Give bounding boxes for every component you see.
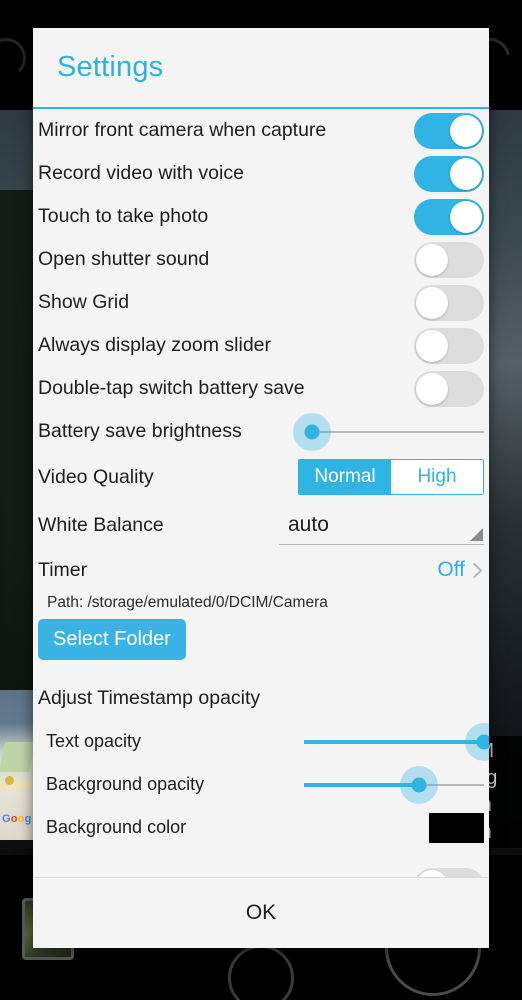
setting-label: Background opacity	[46, 774, 205, 794]
setting-row-battery-save-brightness[interactable]: Battery save brightness	[33, 410, 489, 453]
toggle-open-shutter-sound[interactable]	[414, 241, 484, 278]
slider-thumb[interactable]	[304, 424, 320, 439]
setting-row-touch-to-take-photo[interactable]: Touch to take photo	[33, 195, 489, 238]
chevron-down-icon	[470, 528, 483, 541]
setting-row-background-color[interactable]: Background color	[33, 806, 489, 849]
toggle-knob	[416, 869, 448, 877]
toggle-knob	[416, 243, 448, 276]
slider-thumb[interactable]	[411, 777, 427, 792]
google-logo-letter: o	[10, 813, 18, 825]
settings-dialog: Settings Mirror front camera when captur…	[33, 28, 489, 948]
google-logo-letter: o	[17, 813, 25, 825]
map-green-area	[0, 742, 34, 772]
slider-text-opacity[interactable]	[304, 722, 489, 762]
segmented-video-quality[interactable]: Normal High	[298, 459, 484, 495]
setting-label: Touch to take photo	[38, 205, 209, 227]
timer-value: Off	[437, 558, 465, 581]
toggle-knob	[450, 200, 482, 233]
setting-label: White Balance	[38, 513, 164, 536]
setting-row-mirror-front-camera[interactable]: Mirror front camera when capture	[33, 109, 489, 152]
setting-row-always-display-zoom-slider[interactable]: Always display zoom slider	[33, 324, 489, 367]
toggle-mirror-front-camera[interactable]	[414, 112, 484, 149]
google-logo: Goog	[2, 813, 32, 825]
spinner-white-balance[interactable]: auto	[279, 505, 484, 545]
segment-normal[interactable]: Normal	[299, 460, 391, 494]
timestamp-section-title: Adjust Timestamp opacity	[38, 687, 261, 709]
setting-row-easy-toggle-cameras[interactable]: Easy to toggle cameras	[33, 864, 489, 877]
setting-label: Battery save brightness	[38, 420, 242, 442]
setting-row-double-tap-battery-save[interactable]: Double-tap switch battery save	[33, 367, 489, 410]
setting-row-text-opacity[interactable]: Text opacity	[33, 720, 489, 763]
toggle-record-video-voice[interactable]	[414, 155, 484, 192]
select-folder-button[interactable]: Select Folder	[38, 619, 186, 660]
toggle-easy-toggle-cameras[interactable]	[414, 867, 484, 877]
setting-label: Timer	[38, 558, 88, 581]
toggle-knob	[416, 372, 448, 405]
setting-label: Mirror front camera when capture	[38, 119, 327, 141]
setting-row-white-balance[interactable]: White Balance auto	[33, 501, 489, 549]
setting-label: Record video with voice	[38, 162, 244, 184]
slider-fill	[304, 739, 484, 744]
setting-row-show-grid[interactable]: Show Grid	[33, 281, 489, 324]
setting-label: Text opacity	[46, 731, 142, 751]
dialog-title: Settings	[57, 51, 164, 83]
camera-ring-decoration-left	[0, 38, 26, 78]
setting-label: Open shutter sound	[38, 248, 210, 270]
setting-label: Always display zoom slider	[38, 334, 272, 356]
toggle-touch-to-take-photo[interactable]	[414, 198, 484, 235]
dialog-header: Settings	[33, 28, 489, 109]
setting-label: Easy to toggle cameras	[38, 874, 242, 877]
slider-background-opacity[interactable]	[304, 765, 484, 805]
ok-button[interactable]: OK	[206, 893, 316, 933]
setting-row-timer[interactable]: Timer Off	[33, 549, 489, 591]
slider-battery-save-brightness[interactable]	[293, 412, 484, 452]
setting-row-background-opacity[interactable]: Background opacity	[33, 763, 489, 806]
background-color-swatch[interactable]	[429, 812, 484, 843]
slider-thumb[interactable]	[476, 734, 489, 749]
timer-value-group[interactable]: Off	[437, 558, 484, 582]
segment-high[interactable]: High	[391, 460, 483, 494]
toggle-show-grid[interactable]	[414, 284, 484, 321]
toggle-always-display-zoom-slider[interactable]	[414, 327, 484, 364]
slider-track	[312, 430, 484, 433]
setting-label: Video Quality	[38, 465, 154, 488]
setting-row-video-quality[interactable]: Video Quality Normal High	[33, 453, 489, 501]
map-pin-icon	[5, 776, 14, 785]
setting-label: Double-tap switch battery save	[38, 377, 305, 399]
storage-path-text: Path: /storage/emulated/0/DCIM/Camera	[47, 594, 328, 611]
toggle-knob	[416, 329, 448, 362]
google-logo-letter: g	[24, 813, 32, 825]
dialog-footer: OK	[33, 878, 489, 948]
google-logo-letter: G	[2, 813, 11, 825]
toggle-knob	[416, 286, 448, 319]
spinner-value: auto	[288, 512, 329, 536]
settings-list[interactable]: Mirror front camera when capture Record …	[33, 109, 489, 878]
setting-row-record-video-voice[interactable]: Record video with voice	[33, 152, 489, 195]
chevron-right-icon	[466, 562, 483, 578]
shutter-button[interactable]	[228, 945, 294, 1000]
toggle-knob	[450, 157, 482, 190]
setting-label: Background color	[46, 817, 187, 837]
setting-row-open-shutter-sound[interactable]: Open shutter sound	[33, 238, 489, 281]
setting-label: Show Grid	[38, 291, 130, 313]
toggle-double-tap-battery-save[interactable]	[414, 370, 484, 407]
toggle-knob	[450, 114, 482, 147]
